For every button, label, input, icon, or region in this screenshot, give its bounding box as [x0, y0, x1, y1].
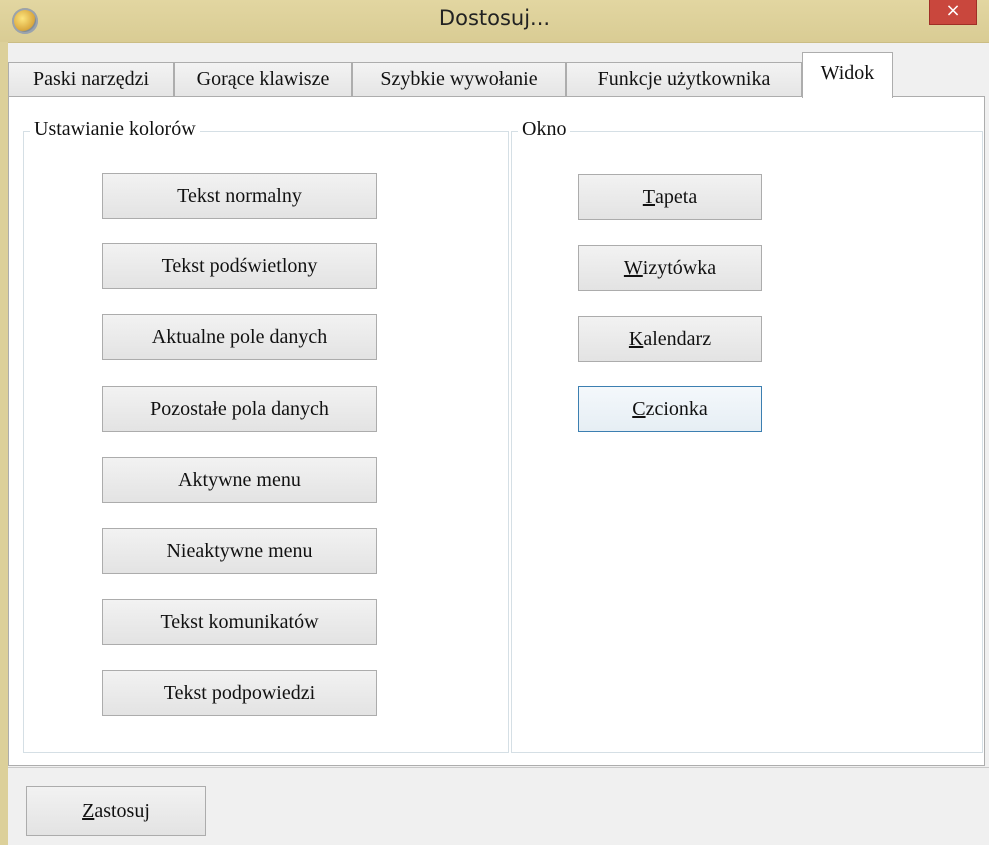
text-normal-button[interactable]: Tekst normalny — [102, 173, 377, 219]
font-button[interactable]: Czcionka — [578, 386, 762, 432]
message-text-button[interactable]: Tekst komunikatów — [102, 599, 377, 645]
colors-group-label: Ustawianie kolorów — [30, 118, 200, 141]
active-menu-button[interactable]: Aktywne menu — [102, 457, 377, 503]
close-button[interactable]: × — [929, 0, 977, 25]
window-groupbox: Okno Tapeta Wizytówka Kalendarz Czcionka — [511, 118, 983, 753]
wallpaper-button[interactable]: Tapeta — [578, 174, 762, 220]
window-group-label: Okno — [518, 118, 571, 141]
colors-groupbox: Ustawianie kolorów Tekst normalny Tekst … — [23, 118, 509, 753]
font-accel: C — [632, 397, 646, 420]
window-title: Dostosuj... — [438, 6, 551, 30]
apply-label: astosuj — [94, 799, 150, 822]
calendar-label: alendarz — [643, 327, 712, 350]
hint-text-button[interactable]: Tekst podpowiedzi — [102, 670, 377, 716]
footer-separator — [8, 767, 989, 768]
tab-widok[interactable]: Widok — [802, 52, 893, 98]
font-label: zcionka — [645, 397, 708, 420]
wallpaper-accel: T — [642, 185, 656, 208]
business-card-label: izytówka — [642, 256, 717, 279]
tab-szybkie-wywolanie[interactable]: Szybkie wywołanie — [352, 62, 566, 97]
other-fields-button[interactable]: Pozostałe pola danych — [102, 386, 377, 432]
inactive-menu-button[interactable]: Nieaktywne menu — [102, 528, 377, 574]
apply-accel: Z — [82, 799, 95, 822]
current-field-button[interactable]: Aktualne pole danych — [102, 314, 377, 360]
tab-funkcje-uzytkownika[interactable]: Funkcje użytkownika — [566, 62, 802, 97]
business-card-button[interactable]: Wizytówka — [578, 245, 762, 291]
business-card-accel: W — [623, 256, 643, 279]
wallpaper-label: apeta — [655, 185, 698, 208]
calendar-accel: K — [628, 327, 644, 350]
title-bar: Dostosuj... × — [0, 0, 989, 43]
window-border — [0, 42, 8, 845]
text-highlighted-button[interactable]: Tekst podświetlony — [102, 243, 377, 289]
apply-button[interactable]: Zastosuj — [26, 786, 206, 836]
tab-panel-widok: Ustawianie kolorów Tekst normalny Tekst … — [8, 96, 985, 766]
tab-gorace-klawisze[interactable]: Gorące klawisze — [174, 62, 352, 97]
tab-paski-narzedzi[interactable]: Paski narzędzi — [8, 62, 174, 97]
calendar-button[interactable]: Kalendarz — [578, 316, 762, 362]
customize-dialog: Dostosuj... × Paski narzędzi Gorące klaw… — [0, 0, 989, 845]
